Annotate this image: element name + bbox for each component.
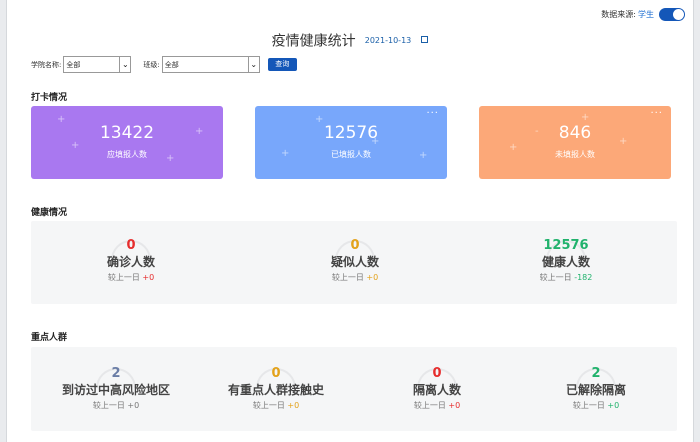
stat-delta: 较上一日 +0 [413, 401, 461, 410]
header: 疫情健康统计 2021-10-13 [7, 30, 693, 51]
key-groups-section-title: 重点人群 [31, 333, 68, 343]
chevron-down-icon: ⌄ [119, 57, 130, 72]
stat-delta: 较上一日 +0 [252, 401, 300, 410]
plus-icon: + [509, 142, 518, 153]
stat-value: 2 [591, 366, 601, 381]
page-frame: 数据来源: 学生 疫情健康统计 2021-10-13 学院名称: 全部 ⌄ 班级… [6, 0, 694, 442]
stat-name: 确诊人数 [106, 255, 155, 269]
checkin-section-title: 打卡情况 [31, 93, 68, 103]
stat-delta: 较上一日 +0 [92, 401, 140, 410]
date-text[interactable]: 2021-10-13 [365, 36, 412, 45]
page-title: 疫情健康统计 [271, 33, 356, 50]
plus-icon: + [281, 148, 290, 159]
calendar-icon[interactable] [421, 36, 429, 43]
stat-name: 已解除隔离 [565, 383, 626, 397]
stat-value: 0 [432, 366, 442, 381]
key-groups-panel: 2 到访过中高风险地区 较上一日 +0 0 有重点人群接触史 较上一日 +0 0… [31, 347, 677, 431]
query-button[interactable]: 查询 [267, 58, 297, 71]
stat-name: 有重点人群接触史 [227, 383, 324, 397]
card-value: 846 [558, 123, 592, 143]
plus-icon: + [166, 153, 175, 164]
stat-name: 疑似人数 [330, 255, 379, 269]
filter-bar: 学院名称: 全部 ⌄ 班级: 全部 ⌄ 查询 [31, 56, 297, 73]
stat-delta: 较上一日 +0 [331, 273, 379, 282]
plus-icon: - [535, 126, 539, 137]
more-icon[interactable]: ··· [426, 108, 439, 119]
stat-value: 0 [271, 366, 281, 381]
stat-key-contact: 0 有重点人群接触史 较上一日 +0 [201, 366, 351, 411]
card-label: 未填报人数 [555, 150, 595, 159]
stat-confirmed: 0 确诊人数 较上一日 +0 [56, 238, 206, 283]
class-label: 班级: [143, 60, 160, 69]
data-source-switch: 数据来源: 学生 [601, 8, 685, 21]
stat-healthy: 12576 健康人数 较上一日 -182 [491, 238, 641, 283]
data-source-toggle[interactable] [659, 8, 685, 21]
college-select-value: 全部 [66, 61, 81, 69]
card-label: 应填报人数 [107, 150, 147, 159]
stat-isolated: 0 隔离人数 较上一日 +0 [362, 366, 512, 411]
stat-name: 到访过中高风险地区 [61, 383, 170, 397]
card-value: 12576 [323, 123, 379, 143]
card-should-report: + + + + 13422 应填报人数 [31, 106, 223, 179]
plus-icon: + [581, 112, 590, 123]
college-select[interactable]: 全部 ⌄ [63, 56, 132, 73]
plus-icon: + [195, 126, 204, 137]
plus-icon: + [71, 140, 80, 151]
card-not-reported: ··· + - + + 846 未填报人数 [479, 106, 671, 179]
stat-visited-risk-area: 2 到访过中高风险地区 较上一日 +0 [41, 366, 191, 411]
health-section-title: 健康情况 [31, 208, 68, 218]
data-source-value: 学生 [638, 10, 654, 19]
stat-delta: 较上一日 +0 [572, 401, 620, 410]
stat-suspected: 0 疑似人数 较上一日 +0 [280, 238, 430, 283]
stat-name: 隔离人数 [412, 383, 461, 397]
stat-delta: 较上一日 +0 [107, 273, 155, 282]
stat-released: 2 已解除隔离 较上一日 +0 [521, 366, 671, 411]
college-label: 学院名称: [31, 60, 62, 69]
stat-value: 0 [350, 238, 360, 253]
plus-icon: + [57, 114, 66, 125]
more-icon[interactable]: ··· [650, 108, 663, 119]
stat-value: 0 [126, 238, 136, 253]
stat-value: 12576 [543, 238, 589, 253]
data-source-label: 数据来源: [601, 10, 636, 19]
toggle-knob [673, 9, 684, 20]
plus-icon: + [315, 114, 324, 125]
plus-icon: + [371, 136, 380, 147]
class-select-value: 全部 [164, 61, 179, 69]
plus-icon: + [619, 136, 628, 147]
stat-value: 2 [111, 366, 121, 381]
class-select[interactable]: 全部 ⌄ [161, 56, 260, 73]
stat-name: 健康人数 [541, 255, 590, 269]
health-panel: 0 确诊人数 较上一日 +0 0 疑似人数 较上一日 +0 12576 健康人数… [31, 221, 677, 304]
chevron-down-icon: ⌄ [247, 57, 259, 72]
stat-delta: 较上一日 -182 [539, 273, 593, 282]
card-reported: ··· + + + + 12576 已填报人数 [255, 106, 447, 179]
plus-icon: + [419, 150, 428, 161]
